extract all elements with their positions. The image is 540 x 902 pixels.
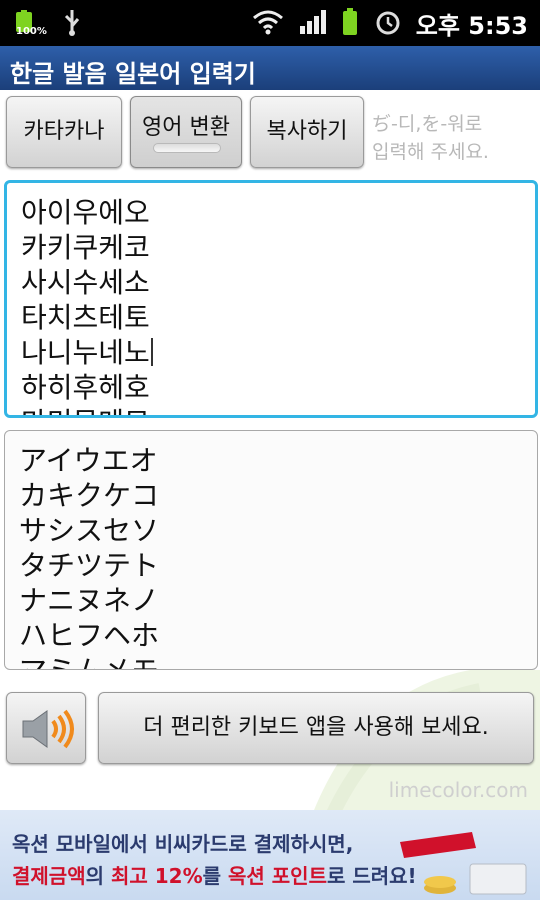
ad-highlight: 최고 12% [110,864,203,888]
output-line: ナニヌネノ [19,584,160,617]
hangul-input-field[interactable]: 아이우에오 카키쿠케코 사시수세소 타치츠테토 나니누네노 하히후헤호 마미무메… [4,180,538,418]
ad-text: 를 [202,864,228,888]
input-line: 사시수세소 [21,266,150,299]
output-line: マミムメモ [19,653,159,669]
output-line: カキクケコ [19,479,160,512]
watermark: limecolor.com [388,778,528,802]
speaker-icon [19,707,75,757]
output-line: ハヒフヘホ [19,619,160,652]
input-line: 아이우에오 [21,196,150,229]
ad-text: 의 [85,864,111,888]
english-convert-label: 영어 변환 [142,115,230,140]
hint-line-2: 입력해 주세요. [372,141,489,163]
input-line: 마미무메모 [21,405,153,415]
output-line: アイウエオ [19,444,158,477]
status-bar: 100% 오후 5:53 [0,0,540,46]
input-line: 하히후헤호 [21,371,150,404]
katakana-button[interactable]: 카타카나 [6,96,122,168]
speak-button[interactable] [6,692,86,764]
english-convert-toggle[interactable]: 영어 변환 [130,96,242,168]
input-hint: ぢ-디,を-워로 입력해 주세요. [372,110,532,166]
usb-icon [62,8,82,40]
alarm-icon [374,8,402,40]
toggle-indicator [153,143,221,153]
input-line-with-cursor: 나니누네노 [21,335,153,370]
output-line: サシスセソ [19,514,160,547]
katakana-output-field[interactable]: アイウエオ カキクケコ サシスセソ タチツテト ナニヌネノ ハヒフヘホ マミムメ… [4,430,538,670]
ad-highlight: 옥션 포인트 [228,864,327,888]
ad-line-2: 결제금액의 최고 12%를 옥션 포인트로 드려요! [12,860,417,889]
ad-banner[interactable]: 옥션 모바일에서 비씨카드로 결제하시면, 결제금액의 최고 12%를 옥션 포… [0,810,540,900]
coins-icon [420,858,530,902]
clock: 오후 5:53 [415,12,528,40]
ad-text: 로 드려요! [326,864,417,888]
signal-icon [298,8,326,40]
input-line: 나니누네노 [21,336,150,369]
keyboard-app-button[interactable]: 더 편리한 키보드 앱을 사용해 보세요. [98,692,534,764]
input-line: 타치츠테토 [21,301,150,334]
copy-button[interactable]: 복사하기 [250,96,364,168]
ad-line-1: 옥션 모바일에서 비씨카드로 결제하시면, [12,832,354,856]
wifi-icon [252,8,284,40]
battery-full-icon [340,7,360,41]
ad-highlight: 결제금액 [12,864,86,888]
app-title-bar: 한글 발음 일본어 입력기 [0,46,540,90]
app-title: 한글 발음 일본어 입력기 [10,60,256,88]
input-line: 카키쿠케코 [21,231,150,264]
output-line: タチツテト [19,549,160,582]
katakana-button-label: 카타카나 [23,119,105,144]
text-cursor [150,338,153,366]
battery-percent: 100% [16,26,47,37]
keyboard-app-label: 더 편리한 키보드 앱을 사용해 보세요. [143,715,489,740]
hint-line-1: ぢ-디,を-워로 [372,113,483,135]
copy-button-label: 복사하기 [266,119,348,144]
